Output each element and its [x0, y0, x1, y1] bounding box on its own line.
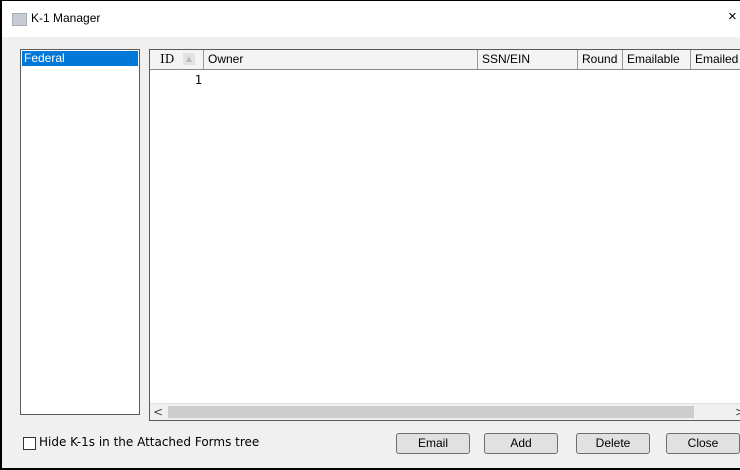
- hide-k1s-checkbox[interactable]: [23, 437, 36, 450]
- app-window-icon: [12, 13, 27, 26]
- close-button[interactable]: Close: [666, 433, 740, 454]
- table-row[interactable]: 1: [150, 70, 740, 88]
- scrollbar-thumb[interactable]: [168, 406, 694, 418]
- hide-k1s-label: Hide K-1s in the Attached Forms tree: [39, 435, 260, 449]
- window-title: K-1 Manager: [31, 11, 101, 25]
- column-header-ssn-ein[interactable]: SSN/EIN: [478, 50, 578, 69]
- tree-item-federal[interactable]: Federal: [22, 51, 138, 66]
- cell-id: 1: [194, 73, 202, 87]
- scroll-right-icon[interactable]: >: [732, 404, 740, 420]
- column-header-id[interactable]: ID ▲: [150, 50, 204, 69]
- jurisdiction-tree: Federal: [20, 49, 140, 415]
- sort-ascending-icon: ▲: [183, 53, 195, 65]
- horizontal-scrollbar[interactable]: < >: [150, 403, 740, 420]
- k1-manager-window: K-1 Manager × Federal ID ▲ Owner SSN/EIN…: [0, 0, 740, 470]
- column-header-round[interactable]: Round: [578, 50, 623, 69]
- column-header-owner[interactable]: Owner: [204, 50, 478, 69]
- add-button[interactable]: Add: [484, 433, 558, 454]
- title-bar: K-1 Manager ×: [2, 1, 740, 37]
- column-header-emailed[interactable]: Emailed: [691, 50, 740, 69]
- scroll-left-icon[interactable]: <: [150, 404, 166, 420]
- k1-grid: ID ▲ Owner SSN/EIN Round Emailable Email…: [149, 49, 740, 421]
- close-window-icon[interactable]: ×: [728, 8, 740, 28]
- column-header-id-label: ID: [160, 52, 175, 66]
- email-button[interactable]: Email: [396, 433, 470, 454]
- column-header-emailable[interactable]: Emailable: [623, 50, 691, 69]
- delete-button[interactable]: Delete: [576, 433, 650, 454]
- bottom-bar: Hide K-1s in the Attached Forms tree Ema…: [2, 425, 740, 465]
- grid-header: ID ▲ Owner SSN/EIN Round Emailable Email…: [150, 50, 740, 70]
